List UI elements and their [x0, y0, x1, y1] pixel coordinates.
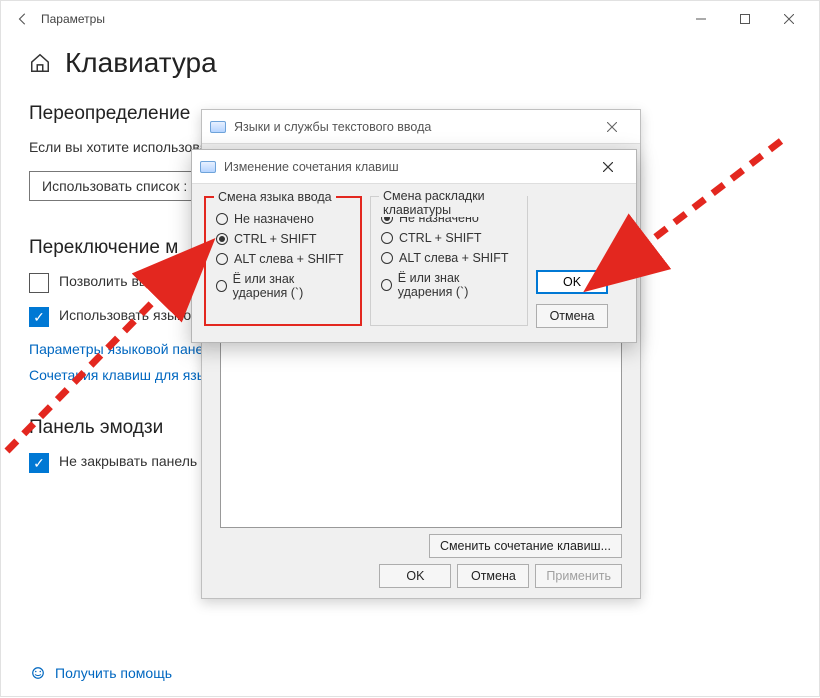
close-button[interactable] — [767, 4, 811, 34]
keyboard-icon — [200, 161, 216, 173]
dialog-change-hotkey: Изменение сочетания клавиш Смена языка в… — [191, 149, 637, 343]
minimize-button[interactable] — [679, 4, 723, 34]
dialog2-title: Изменение сочетания клавиш — [224, 160, 399, 174]
radio-lang-grave[interactable] — [216, 280, 227, 292]
help-icon — [29, 664, 47, 682]
page-title: Клавиатура — [65, 47, 217, 79]
checkbox-emoji-keep[interactable] — [29, 453, 49, 473]
radio-lang-ctrlshift-label: CTRL + SHIFT — [234, 232, 317, 246]
dialog1-ok-button[interactable]: OK — [379, 564, 451, 588]
keyboard-icon — [210, 121, 226, 133]
dialog1-close-button[interactable] — [592, 114, 632, 140]
radio-layout-ctrlshift-label: CTRL + SHIFT — [399, 231, 482, 245]
dialog2-cancel-button[interactable]: Отмена — [536, 304, 608, 328]
group-keyboard-layout-title: Смена раскладки клавиатуры — [379, 189, 527, 217]
radio-layout-ctrlshift[interactable] — [381, 232, 393, 244]
change-key-seq-button[interactable]: Сменить сочетание клавиш... — [429, 534, 622, 558]
dialog2-ok-button[interactable]: OK — [536, 270, 608, 294]
override-dropdown[interactable]: Использовать список : — [29, 171, 200, 201]
radio-layout-altshift-label: ALT слева + SHIFT — [399, 251, 509, 265]
radio-layout-grave[interactable] — [381, 279, 392, 291]
radio-layout-altshift[interactable] — [381, 252, 393, 264]
window-title: Параметры — [37, 12, 105, 26]
radio-lang-none[interactable] — [216, 213, 228, 225]
link-get-help[interactable]: Получить помощь — [55, 665, 172, 681]
checkbox-allow-perapp[interactable] — [29, 273, 49, 293]
home-icon — [29, 52, 51, 74]
dialog1-cancel-button[interactable]: Отмена — [457, 564, 529, 588]
dialog1-apply-button[interactable]: Применить — [535, 564, 622, 588]
radio-lang-grave-label: Ё или знак ударения (`) — [233, 272, 350, 300]
radio-lang-none-label: Не назначено — [234, 212, 314, 226]
radio-lang-altshift-label: ALT слева + SHIFT — [234, 252, 344, 266]
group-input-language-title: Смена языка ввода — [214, 190, 336, 204]
dialog1-title: Языки и службы текстового ввода — [234, 120, 431, 134]
radio-lang-ctrlshift[interactable] — [216, 233, 228, 245]
radio-lang-altshift[interactable] — [216, 253, 228, 265]
maximize-button[interactable] — [723, 4, 767, 34]
dialog2-close-button[interactable] — [588, 154, 628, 180]
radio-layout-grave-label: Ё или знак ударения (`) — [398, 271, 517, 299]
group-keyboard-layout: Смена раскладки клавиатуры Не назначено … — [370, 196, 528, 326]
group-input-language: Смена языка ввода Не назначено CTRL + SH… — [204, 196, 362, 326]
checkbox-use-langbar[interactable] — [29, 307, 49, 327]
back-button[interactable] — [9, 5, 37, 33]
